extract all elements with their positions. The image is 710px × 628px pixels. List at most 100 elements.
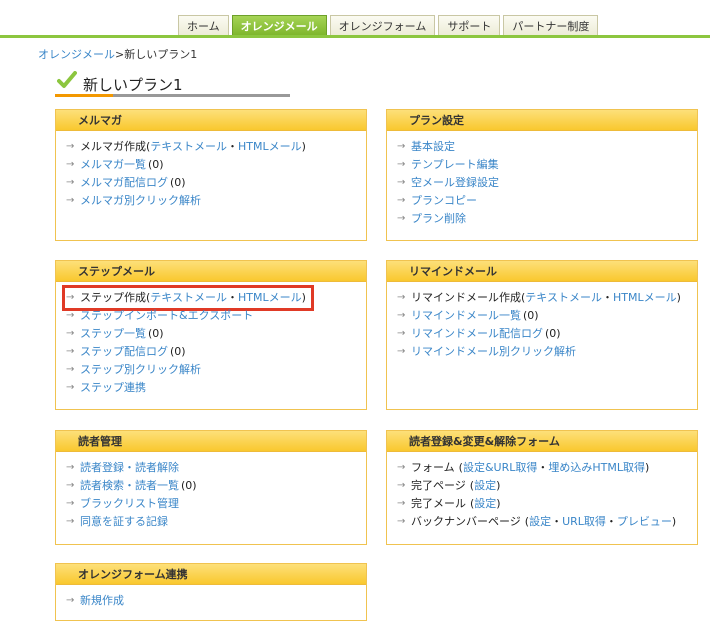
list-item: → ステップ作成(テキストメール・ HTMLメール) — [62, 285, 366, 311]
panel-header-reader-form: 読者登録&変更&解除フォーム — [387, 431, 697, 452]
panel-step-mail: ステップメール → ステップ作成(テキストメール・ HTMLメール) → ステップイ… — [55, 260, 367, 410]
list-item: → 基本設定 — [397, 138, 697, 156]
list-item: → メルマガ一覧 (0) — [66, 156, 366, 174]
list-item: → テンプレート編集 — [397, 156, 697, 174]
arrow-icon: → — [66, 364, 75, 375]
step-html-mail-link[interactable]: HTMLメール — [238, 289, 302, 307]
arrow-icon: → — [66, 346, 75, 357]
list-item: → ステップ一覧 (0) — [66, 325, 366, 343]
backnumber-label: バックナンバーページ — [411, 515, 521, 528]
arrow-icon: → — [397, 480, 406, 491]
step-list-link[interactable]: ステップ一覧 — [80, 325, 146, 343]
merumaga-list-count: (0) — [148, 158, 164, 171]
top-nav: ホーム オレンジメール オレンジフォーム サポート パートナー制度 — [0, 0, 710, 38]
merumaga-html-mail-link[interactable]: HTMLメール — [238, 138, 302, 156]
orange-form-new-link[interactable]: 新規作成 — [80, 592, 124, 610]
remind-log-link[interactable]: リマインドメール配信ログ — [411, 325, 543, 343]
tab-orange-form[interactable]: オレンジフォーム — [329, 15, 436, 36]
reader-register-link[interactable]: 読者登録・読者解除 — [80, 459, 179, 477]
merumaga-log-link[interactable]: メルマガ配信ログ — [80, 174, 168, 192]
paren-close: ) — [496, 479, 501, 492]
panel-remind-mail: リマインドメール → リマインドメール作成(テキストメール・ HTMLメール) →… — [386, 260, 698, 410]
complete-page-setting-link[interactable]: 設定 — [474, 477, 496, 495]
step-log-link[interactable]: ステップ配信ログ — [80, 343, 168, 361]
remind-list-link[interactable]: リマインドメール一覧 — [411, 307, 521, 325]
arrow-icon: → — [397, 516, 406, 527]
step-create-label: ステップ作成 — [80, 291, 146, 304]
plan-empty-mail-link[interactable]: 空メール登録設定 — [411, 174, 499, 192]
plan-template-link[interactable]: テンプレート編集 — [411, 156, 499, 174]
paren-close: ) — [671, 515, 677, 528]
list-item: → メルマガ作成(テキストメール・ HTMLメール) — [66, 138, 366, 156]
step-import-export-link[interactable]: ステップインポート&エクスポート — [80, 307, 253, 325]
panel-merumaga: メルマガ → メルマガ作成(テキストメール・ HTMLメール) → メルマガ一覧(… — [55, 109, 367, 241]
remind-create-label: リマインドメール作成 — [411, 291, 521, 304]
arrow-icon: → — [66, 516, 75, 527]
complete-mail-setting-link[interactable]: 設定 — [474, 495, 496, 513]
backnumber-preview-link[interactable]: プレビュー — [617, 513, 672, 531]
panel-header-reader-management: 読者管理 — [56, 431, 366, 452]
reader-blacklist-link[interactable]: ブラックリスト管理 — [80, 495, 179, 513]
list-item: → リマインドメール配信ログ (0) — [397, 325, 697, 343]
arrow-icon: → — [66, 141, 75, 152]
backnumber-setting-link[interactable]: 設定 — [529, 513, 551, 531]
arrow-icon: → — [397, 159, 406, 170]
arrow-icon: → — [397, 328, 406, 339]
tab-partner[interactable]: パートナー制度 — [503, 15, 599, 36]
arrow-icon: → — [66, 462, 75, 473]
arrow-icon: → — [66, 328, 75, 339]
arrow-icon: → — [397, 292, 406, 303]
breadcrumb-link-orange-mail[interactable]: オレンジメール — [38, 48, 115, 61]
list-item: → 空メール登録設定 — [397, 174, 697, 192]
step-click-link[interactable]: ステップ別クリック解析 — [80, 361, 201, 379]
panel-plan-settings: プラン設定 → 基本設定 → テンプレート編集 → 空メール登録設定 → プランコピー … — [386, 109, 698, 241]
plan-copy-link[interactable]: プランコピー — [411, 192, 477, 210]
step-text-mail-link[interactable]: テキストメール — [150, 289, 227, 307]
paren-close: ) — [645, 461, 650, 474]
list-item: → プランコピー — [397, 192, 697, 210]
tab-orange-mail[interactable]: オレンジメール — [231, 15, 327, 36]
backnumber-url-link[interactable]: URL取得 — [562, 513, 606, 531]
list-item: → 同意を証する記録 — [66, 513, 366, 531]
panel-reader-management: 読者管理 → 読者登録・読者解除 → 読者検索・読者一覧 (0) → ブラックリスト管理… — [55, 430, 367, 545]
list-item: → ブラックリスト管理 — [66, 495, 366, 513]
arrow-icon: → — [397, 462, 406, 473]
remind-list-count: (0) — [523, 309, 539, 322]
reader-consent-link[interactable]: 同意を証する記録 — [80, 513, 168, 531]
remind-text-mail-link[interactable]: テキストメール — [525, 289, 602, 307]
list-item: → リマインドメール作成(テキストメール・ HTMLメール) — [397, 289, 697, 307]
panel-orange-form-link: オレンジフォーム連携 → 新規作成 — [55, 563, 367, 621]
panel-header-merumaga: メルマガ — [56, 110, 366, 131]
list-item: → リマインドメール別クリック解析 — [397, 343, 697, 361]
list-item: → ステップ連携 — [66, 379, 366, 397]
remind-click-link[interactable]: リマインドメール別クリック解析 — [411, 343, 576, 361]
panel-header-orange-form-link: オレンジフォーム連携 — [56, 564, 366, 585]
panel-header-plan-settings: プラン設定 — [387, 110, 697, 131]
form-setting-url-link[interactable]: 設定&URL取得 — [463, 459, 537, 477]
list-item: → ステップ別クリック解析 — [66, 361, 366, 379]
list-item: → リマインドメール一覧 (0) — [397, 307, 697, 325]
plan-basic-link[interactable]: 基本設定 — [411, 138, 455, 156]
list-item: → フォーム(設定&URL取得・埋め込みHTML取得) — [397, 459, 697, 477]
reader-search-link[interactable]: 読者検索・読者一覧 — [80, 477, 179, 495]
arrow-icon: → — [397, 195, 406, 206]
remind-html-mail-link[interactable]: HTMLメール — [613, 289, 677, 307]
step-log-count: (0) — [170, 345, 186, 358]
merumaga-click-link[interactable]: メルマガ別クリック解析 — [80, 192, 201, 210]
tab-support[interactable]: サポート — [438, 15, 501, 36]
step-link-link[interactable]: ステップ連携 — [80, 379, 146, 397]
arrow-icon: → — [66, 159, 75, 170]
panel-header-remind-mail: リマインドメール — [387, 261, 697, 282]
breadcrumb: オレンジメール>新しいプラン1 — [38, 46, 197, 62]
tab-home[interactable]: ホーム — [178, 15, 229, 36]
paren-close: ) — [301, 140, 306, 153]
breadcrumb-separator: > — [115, 48, 125, 61]
form-embed-html-link[interactable]: 埋め込みHTML取得 — [548, 459, 645, 477]
merumaga-text-mail-link[interactable]: テキストメール — [150, 138, 227, 156]
plan-delete-link[interactable]: プラン削除 — [411, 210, 466, 228]
merumaga-list-link[interactable]: メルマガ一覧 — [80, 156, 146, 174]
list-item: → 新規作成 — [66, 592, 366, 610]
list-item: → バックナンバーページ(設定・ URL取得・プレビュー) — [397, 513, 697, 531]
dot-separator: ・ — [226, 140, 238, 153]
breadcrumb-current: 新しいプラン1 — [124, 48, 198, 61]
